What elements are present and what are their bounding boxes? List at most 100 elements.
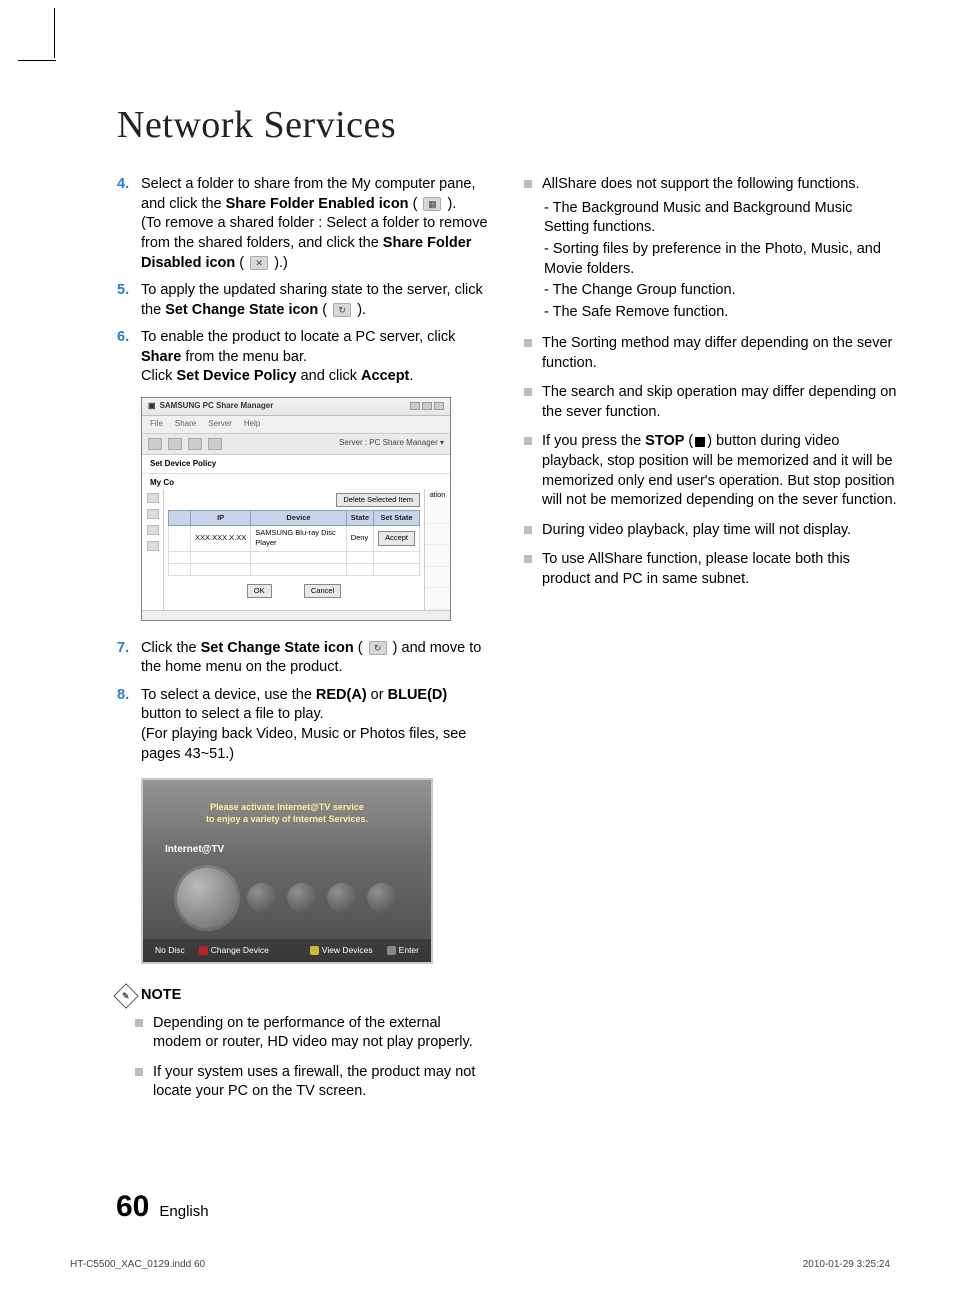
scrollbar xyxy=(142,610,450,620)
ok-button: OK xyxy=(247,584,272,598)
folder-icon xyxy=(147,541,159,551)
cell-device: SAMSUNG Blu-ray Disc Player xyxy=(251,526,346,551)
tv-camera-icon xyxy=(367,883,397,913)
menu-share: Share xyxy=(175,419,196,430)
share-folder-enabled-icon: ▦ xyxy=(423,197,441,211)
cell-ip: XXX.XXX.X.XX xyxy=(191,526,251,551)
set-device-policy-header: Set Device Policy xyxy=(142,455,450,475)
note-item: If your system uses a firewall, the prod… xyxy=(135,1063,490,1102)
step-7: 7 Click the Set Change State icon ( ↻ ) … xyxy=(117,639,490,678)
enter-label: Enter xyxy=(399,945,419,955)
bullet-icon xyxy=(135,1068,143,1076)
note-subitem: - Sorting files by preference in the Pho… xyxy=(544,240,897,279)
note-item: If you press the STOP () button during v… xyxy=(524,432,897,510)
tv-message-line1: Please activate Internet@TV service xyxy=(173,802,401,814)
stop-icon xyxy=(695,437,705,447)
close-icon xyxy=(434,402,444,410)
tv-reel-icon xyxy=(247,883,277,913)
right-panel: ation xyxy=(424,489,450,610)
no-disc-label: No Disc xyxy=(155,945,185,956)
bullet-icon xyxy=(524,437,532,445)
minimize-icon xyxy=(410,402,420,410)
note-item: During video playback, play time will no… xyxy=(524,521,897,541)
step-4: 4 Select a folder to share from the My c… xyxy=(117,175,490,273)
bullet-icon xyxy=(524,339,532,347)
note-subitem: - The Change Group function. xyxy=(544,281,897,301)
toolbar-icon xyxy=(148,438,162,450)
cancel-button: Cancel xyxy=(304,584,341,598)
toolbar: Server : PC Share Manager ▾ xyxy=(142,434,450,455)
col-state: State xyxy=(346,511,373,526)
tv-message-line2: to enjoy a variety of Internet Services. xyxy=(173,814,401,826)
note-label: NOTE xyxy=(141,986,181,1006)
folder-icon xyxy=(147,509,159,519)
right-panel-label: ation xyxy=(425,489,450,502)
note-item: To use AllShare function, please locate … xyxy=(524,550,897,589)
share-folder-disabled-icon: ✕ xyxy=(250,256,268,270)
maximize-icon xyxy=(422,402,432,410)
page-footer: 60 English xyxy=(116,1187,209,1228)
col-set-state: Set State xyxy=(374,511,420,526)
enter-key-icon xyxy=(387,946,396,955)
page-number: 60 xyxy=(116,1187,149,1228)
bullet-icon xyxy=(524,180,532,188)
note-subitem: - The Background Music and Background Mu… xyxy=(544,199,897,238)
change-device-label: Change Device xyxy=(211,945,269,955)
figure-pc-share-manager: ▣ SAMSUNG PC Share Manager File Share Se… xyxy=(141,397,451,621)
device-table: IP Device State Set State XXX.XXX.X.XX S… xyxy=(168,510,420,575)
accept-button: Accept xyxy=(378,531,415,545)
delete-selected-button: Delete Selected Item xyxy=(336,493,420,507)
red-key-icon xyxy=(199,946,208,955)
yellow-key-icon xyxy=(310,946,319,955)
my-computer-label: My Co xyxy=(142,474,450,489)
step-number: 8 xyxy=(117,686,141,764)
tv-disc-icon xyxy=(287,883,317,913)
bullet-icon xyxy=(524,388,532,396)
left-column: 4 Select a folder to share from the My c… xyxy=(117,175,490,1112)
note-icon: ✎ xyxy=(113,983,138,1008)
step-8: 8 To select a device, use the RED(A) or … xyxy=(117,686,490,764)
menu-file: File xyxy=(150,419,163,430)
set-change-state-icon: ↻ xyxy=(369,641,387,655)
menu-server: Server xyxy=(208,419,232,430)
window-title: SAMSUNG PC Share Manager xyxy=(160,401,274,412)
menu-help: Help xyxy=(244,419,260,430)
step-5: 5 To apply the updated sharing state to … xyxy=(117,281,490,320)
right-column: AllShare does not support the following … xyxy=(524,175,897,1112)
internet-tv-label: Internet@TV xyxy=(143,839,431,861)
col-ip: IP xyxy=(191,511,251,526)
page-title: Network Services xyxy=(117,100,899,151)
note-item: Depending on te performance of the exter… xyxy=(135,1014,490,1053)
folder-icon xyxy=(147,493,159,503)
bullet-icon xyxy=(524,526,532,534)
note-item: The search and skip operation may differ… xyxy=(524,383,897,422)
step-6: 6 To enable the product to locate a PC s… xyxy=(117,328,490,387)
menubar: File Share Server Help xyxy=(142,416,450,434)
sidebar-icons xyxy=(142,489,164,610)
footer-datetime: 2010-01-29 3:25:24 xyxy=(803,1258,890,1272)
toolbar-icon xyxy=(188,438,202,450)
set-change-state-icon: ↻ xyxy=(333,303,351,317)
toolbar-icon xyxy=(168,438,182,450)
page-language: English xyxy=(159,1202,208,1222)
bullet-icon xyxy=(524,555,532,563)
footer-meta: HT-C5500_XAC_0129.indd 60 2010-01-29 3:2… xyxy=(70,1258,890,1272)
bullet-icon xyxy=(135,1019,143,1027)
server-label: Server : PC Share Manager ▾ xyxy=(339,438,444,449)
table-row: XXX.XXX.X.XX SAMSUNG Blu-ray Disc Player… xyxy=(169,526,420,551)
folder-icon xyxy=(147,525,159,535)
note-item: AllShare does not support the following … xyxy=(524,175,897,324)
note-item: The Sorting method may differ depending … xyxy=(524,334,897,373)
step-number: 6 xyxy=(117,328,141,387)
view-devices-label: View Devices xyxy=(322,945,373,955)
tv-music-icon xyxy=(327,883,357,913)
page: Network Services 4 Select a folder to sh… xyxy=(0,0,954,1142)
cell-state: Deny xyxy=(346,526,373,551)
footer-filename: HT-C5500_XAC_0129.indd 60 xyxy=(70,1258,205,1272)
step-number: 4 xyxy=(117,175,141,273)
figure-internet-tv: Please activate Internet@TV service to e… xyxy=(141,778,433,964)
step-number: 5 xyxy=(117,281,141,320)
toolbar-icon xyxy=(208,438,222,450)
tv-main-icon xyxy=(177,868,237,928)
tree-icon: ▣ xyxy=(148,401,156,412)
